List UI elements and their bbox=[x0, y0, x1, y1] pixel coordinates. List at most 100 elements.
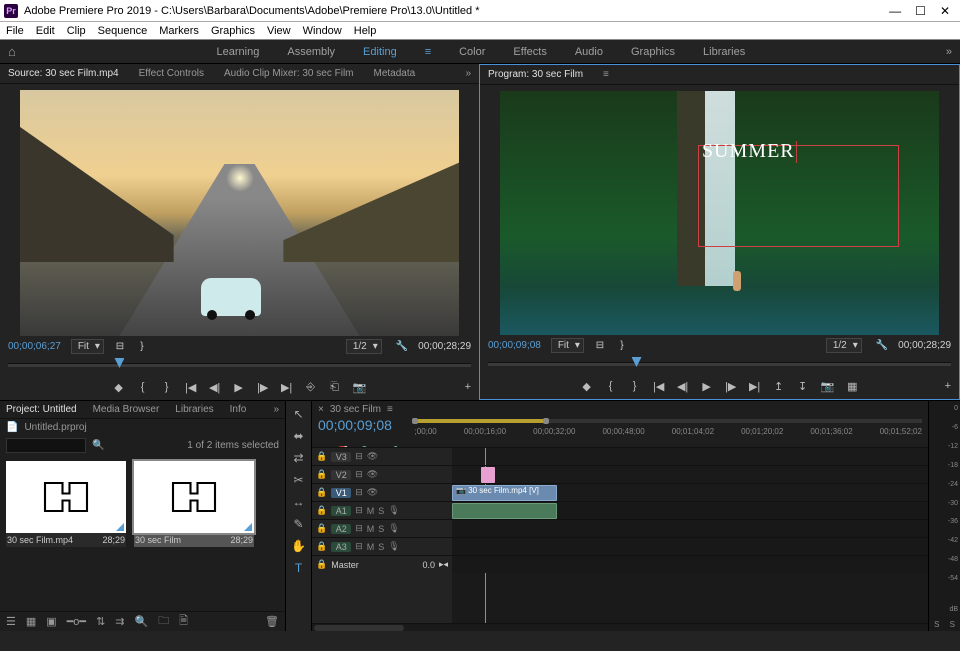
audio-track-header[interactable]: 🔒A3⊟MS🎙 bbox=[312, 537, 452, 555]
comparison-view-button[interactable]: ▦ bbox=[846, 380, 858, 393]
button-editor-icon[interactable]: + bbox=[945, 380, 951, 392]
mark-out-button[interactable]: } bbox=[629, 380, 641, 392]
program-zoom-dropdown[interactable]: Fit bbox=[551, 338, 584, 353]
timeline-close-icon[interactable]: × bbox=[318, 404, 324, 415]
menu-edit[interactable]: Edit bbox=[36, 25, 55, 37]
export-frame-button[interactable]: 📷 bbox=[821, 380, 835, 393]
track-lanes[interactable]: 📷 30 sec Film.mp4 [V] bbox=[452, 447, 928, 623]
pen-tool-icon[interactable]: ✎ bbox=[293, 517, 303, 531]
minimize-button[interactable]: — bbox=[889, 4, 901, 18]
workspace-editing-menu-icon[interactable]: ≡ bbox=[425, 46, 431, 58]
source-res-dropdown[interactable]: 1/2 bbox=[346, 339, 382, 354]
bin-item[interactable]: 30 sec Film28;29 bbox=[134, 461, 254, 605]
solo-right-button[interactable]: S bbox=[950, 620, 955, 629]
sort-icon[interactable]: ⇅ bbox=[96, 615, 105, 628]
lift-button[interactable]: ↥ bbox=[773, 380, 785, 393]
menu-help[interactable]: Help bbox=[354, 25, 377, 37]
button-editor-icon[interactable]: + bbox=[465, 381, 471, 393]
menu-markers[interactable]: Markers bbox=[159, 25, 199, 37]
new-bin-icon[interactable]: 🗀 bbox=[158, 612, 169, 631]
overwrite-button[interactable]: ⎗ bbox=[329, 381, 341, 394]
maximize-button[interactable]: ☐ bbox=[915, 4, 926, 18]
razor-tool-icon[interactable]: ✂ bbox=[293, 473, 303, 487]
ruler-icon[interactable]: ⊟ bbox=[594, 340, 606, 351]
list-view-icon[interactable]: ☰ bbox=[6, 615, 16, 628]
export-frame-button[interactable]: 📷 bbox=[353, 381, 367, 394]
go-to-in-button[interactable]: |◀ bbox=[653, 380, 665, 393]
extract-button[interactable]: ↧ bbox=[797, 380, 809, 393]
mark-out-button[interactable]: } bbox=[161, 381, 173, 393]
hand-tool-icon[interactable]: ✋ bbox=[291, 539, 306, 553]
workspace-effects[interactable]: Effects bbox=[513, 46, 546, 58]
search-icon[interactable]: 🔍 bbox=[92, 440, 104, 451]
workspace-audio[interactable]: Audio bbox=[575, 46, 603, 58]
workspace-assembly[interactable]: Assembly bbox=[287, 46, 335, 58]
tab-effect-controls[interactable]: Effect Controls bbox=[139, 68, 204, 79]
audio-clip[interactable] bbox=[452, 503, 557, 519]
step-forward-button[interactable]: |▶ bbox=[257, 381, 269, 394]
menu-file[interactable]: File bbox=[6, 25, 24, 37]
timeline-zoom-bar[interactable] bbox=[415, 419, 922, 423]
sequence-tab[interactable]: 30 sec Film bbox=[330, 404, 381, 415]
timeline-scrollbar[interactable] bbox=[312, 623, 928, 631]
source-tab[interactable]: Source: 30 sec Film.mp4 bbox=[8, 68, 119, 79]
go-to-in-button[interactable]: |◀ bbox=[185, 381, 197, 394]
video-track-header[interactable]: 🔒V2⊟👁 bbox=[312, 465, 452, 483]
settings-icon[interactable]: 🔧 bbox=[876, 340, 888, 351]
graphic-clip[interactable] bbox=[481, 467, 495, 483]
mark-in-button[interactable]: { bbox=[605, 380, 617, 392]
home-icon[interactable]: ⌂ bbox=[8, 44, 16, 59]
sequence-tab-menu-icon[interactable]: ≡ bbox=[387, 404, 393, 415]
menu-window[interactable]: Window bbox=[303, 25, 342, 37]
step-back-button[interactable]: ◀| bbox=[209, 381, 221, 394]
source-scrubber[interactable] bbox=[8, 356, 471, 374]
step-forward-button[interactable]: |▶ bbox=[725, 380, 737, 393]
menu-sequence[interactable]: Sequence bbox=[98, 25, 148, 37]
video-track-header[interactable]: 🔒V1⊟👁 bbox=[312, 483, 452, 501]
panel-overflow-icon[interactable]: » bbox=[273, 404, 279, 415]
freeform-view-icon[interactable]: ▣ bbox=[46, 615, 56, 628]
automate-icon[interactable]: ⇉ bbox=[115, 615, 124, 628]
insert-button[interactable]: ⎆ bbox=[305, 381, 317, 394]
source-timecode-in[interactable]: 00;00;06;27 bbox=[8, 341, 61, 352]
tab-libraries[interactable]: Libraries bbox=[175, 404, 213, 415]
menu-graphics[interactable]: Graphics bbox=[211, 25, 255, 37]
slip-tool-icon[interactable]: ↔ bbox=[293, 495, 305, 509]
title-text-overlay[interactable]: SUMMER bbox=[702, 140, 797, 163]
ruler-icon[interactable]: ⊟ bbox=[114, 341, 126, 352]
zoom-slider[interactable]: ━o━ bbox=[67, 615, 86, 628]
tab-audio-clip-mixer[interactable]: Audio Clip Mixer: 30 sec Film bbox=[224, 68, 353, 79]
add-marker-button[interactable]: ◆ bbox=[581, 380, 593, 393]
master-track-header[interactable]: 🔒Master0.0▸◂ bbox=[312, 555, 452, 573]
close-button[interactable]: ✕ bbox=[940, 4, 950, 18]
workspace-learning[interactable]: Learning bbox=[217, 46, 260, 58]
video-clip[interactable]: 📷 30 sec Film.mp4 [V] bbox=[452, 485, 557, 501]
clip-thumbnail[interactable] bbox=[6, 461, 126, 533]
program-timecode-in[interactable]: 00;00;09;08 bbox=[488, 340, 541, 351]
program-res-dropdown[interactable]: 1/2 bbox=[826, 338, 862, 353]
program-tab-menu-icon[interactable]: ≡ bbox=[603, 69, 609, 80]
project-search-input[interactable] bbox=[6, 438, 86, 453]
play-button[interactable]: ▶ bbox=[233, 381, 245, 394]
panel-overflow-icon[interactable]: » bbox=[465, 68, 471, 79]
bin-item[interactable]: 30 sec Film.mp428;29 bbox=[6, 461, 126, 605]
source-viewport[interactable] bbox=[0, 84, 479, 336]
track-select-tool-icon[interactable]: ⬌ bbox=[293, 429, 303, 443]
type-tool-icon[interactable]: T bbox=[295, 561, 302, 575]
tab-info[interactable]: Info bbox=[230, 404, 247, 415]
go-to-out-button[interactable]: ▶| bbox=[281, 381, 293, 394]
workspace-graphics[interactable]: Graphics bbox=[631, 46, 675, 58]
program-tab[interactable]: Program: 30 sec Film bbox=[488, 69, 583, 80]
tab-project[interactable]: Project: Untitled bbox=[6, 404, 77, 415]
workspace-overflow-icon[interactable]: » bbox=[946, 46, 952, 58]
tab-media-browser[interactable]: Media Browser bbox=[93, 404, 160, 415]
mark-in-button[interactable]: { bbox=[137, 381, 149, 393]
solo-left-button[interactable]: S bbox=[934, 620, 939, 629]
workspace-libraries[interactable]: Libraries bbox=[703, 46, 745, 58]
new-item-icon[interactable]: 🗎 bbox=[179, 612, 188, 631]
add-marker-button[interactable]: ◆ bbox=[113, 381, 125, 394]
settings-icon[interactable]: 🔧 bbox=[396, 341, 408, 352]
workspace-color[interactable]: Color bbox=[459, 46, 485, 58]
go-to-out-button[interactable]: ▶| bbox=[749, 380, 761, 393]
sequence-thumbnail[interactable] bbox=[134, 461, 254, 533]
